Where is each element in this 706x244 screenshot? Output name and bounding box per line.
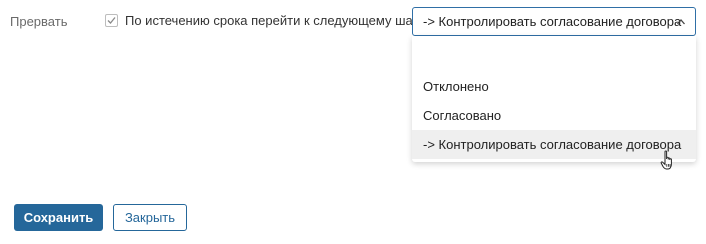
chevron-up-icon <box>677 19 685 25</box>
timeout-checkbox-row[interactable]: По истечению срока перейти к следующему … <box>105 13 424 28</box>
select-dropdown: Отклонено Согласовано -> Контролировать … <box>412 36 696 162</box>
save-button[interactable]: Сохранить <box>14 204 103 231</box>
select-value: -> Контролировать согласование договора <box>423 14 682 29</box>
timeout-checkbox[interactable] <box>105 14 118 27</box>
timeout-checkbox-label[interactable]: По истечению срока перейти к следующему … <box>125 13 424 28</box>
option-control-contract[interactable]: -> Контролировать согласование договора <box>412 130 696 159</box>
checkmark-icon <box>107 17 116 24</box>
interrupt-label: Прервать <box>10 14 68 29</box>
next-step-select[interactable]: -> Контролировать согласование договора <box>412 7 696 36</box>
hand-cursor-icon <box>660 150 672 170</box>
close-button[interactable]: Закрыть <box>113 204 187 231</box>
option-approved[interactable]: Согласовано <box>412 101 696 130</box>
form-root: Прервать По истечению срока перейти к сл… <box>0 0 706 244</box>
option-rejected[interactable]: Отклонено <box>412 72 696 101</box>
